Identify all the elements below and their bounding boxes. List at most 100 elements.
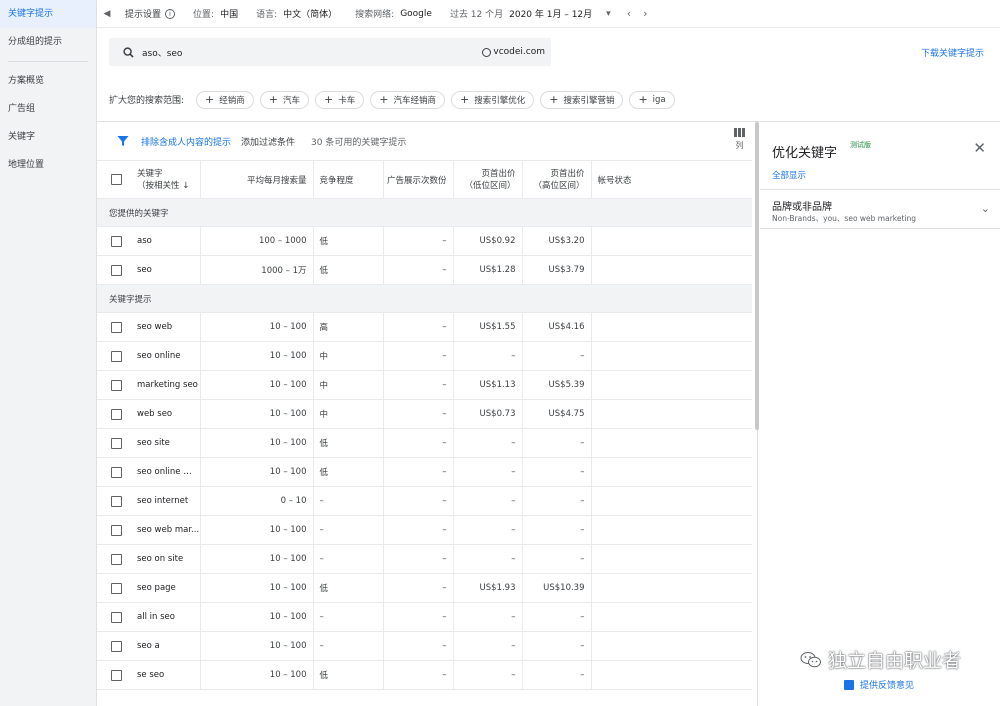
website-text: vcodei.com — [493, 47, 545, 57]
table-row[interactable]: marketing seo 10 – 100 中 – US$1.13 US$5.39 — [97, 370, 752, 400]
plus-icon: + — [324, 93, 334, 106]
row-checkbox[interactable] — [111, 264, 122, 276]
search-keywords[interactable]: aso、seo — [142, 46, 482, 59]
header-bid-low[interactable]: 页首出价 （低位区间） — [453, 160, 523, 199]
row-checkbox[interactable] — [111, 553, 122, 565]
competition-cell: 低 — [313, 573, 384, 603]
divider — [760, 228, 1000, 229]
exclude-adult-filter[interactable]: 排除含成人内容的提示 — [141, 135, 231, 148]
table-row[interactable]: seo site 10 – 100 低 – – – — [97, 428, 752, 458]
scrollbar[interactable] — [755, 122, 759, 430]
show-all-link[interactable]: 全部显示 — [772, 169, 806, 181]
brand-filter-subtitle: Non-Brands、you、seo web marketing — [772, 214, 917, 223]
feedback-link[interactable]: 提供反馈意见 — [844, 678, 914, 691]
table-row[interactable]: seo web mar... 10 – 100– – – – — [97, 515, 752, 545]
row-checkbox[interactable] — [111, 235, 122, 247]
sidebar-item-grouped-ideas[interactable]: 分成组的提示 — [0, 28, 96, 56]
sidebar-item-keywords[interactable]: 关键字 — [0, 123, 96, 151]
row-checkbox[interactable] — [111, 321, 122, 333]
close-icon[interactable]: ✕ — [973, 139, 986, 157]
row-checkbox[interactable] — [111, 350, 122, 362]
table-row[interactable]: seo web 10 – 100 高 – US$1.55 US$4.16 — [97, 312, 752, 342]
settings-title[interactable]: 提示设置 — [125, 7, 161, 20]
chip-iga[interactable]: + iga — [629, 90, 675, 109]
chip-seo[interactable]: + 搜索引擎优化 — [450, 90, 535, 109]
keyword-cell: seo on site — [137, 544, 201, 574]
keyword-search-input[interactable]: aso、seo vcodei.com — [109, 38, 551, 66]
period-label[interactable]: 过去 12 个月 — [450, 7, 503, 20]
chevron-down-icon[interactable]: ⌄ — [981, 202, 990, 215]
network-value[interactable]: Google — [400, 9, 432, 19]
sidebar-item-keyword-ideas[interactable]: 关键字提示 — [0, 0, 96, 28]
row-checkbox[interactable] — [111, 466, 122, 478]
period-value[interactable]: 2020 年 1月 – 12月 — [509, 7, 592, 20]
volume-cell: 100 – 1000 — [200, 226, 314, 256]
download-keyword-ideas-link[interactable]: 下载关键字提示 — [921, 46, 984, 59]
row-checkbox[interactable] — [111, 408, 122, 420]
info-icon[interactable]: i — [165, 8, 176, 19]
sidebar-item-plan-overview[interactable]: 方案概览 — [0, 67, 96, 95]
impression-share-cell: – — [383, 515, 454, 545]
chip-car-dealer[interactable]: + 汽车经销商 — [370, 90, 445, 109]
row-checkbox[interactable] — [111, 640, 122, 652]
header-account-status[interactable]: 帐号状态 — [591, 160, 752, 199]
dropdown-caret-icon[interactable]: ▾ — [606, 9, 611, 19]
impression-share-cell: – — [383, 660, 454, 690]
watermark: 独立自由职业者 — [800, 646, 961, 673]
table-row[interactable]: seo online 10 – 100 中 – – – — [97, 341, 752, 371]
chip-truck[interactable]: + 卡车 — [315, 90, 365, 109]
row-checkbox[interactable] — [111, 379, 122, 391]
broaden-search-bar: 扩大您的搜索范围: + 经销商 + 汽车 + 卡车 + 汽车经销商 + 搜索引擎优化 + 搜… — [97, 78, 1000, 122]
table-row[interactable]: seo online m... 10 – 100 低 – – – — [97, 457, 752, 487]
columns-button[interactable]: 列 — [734, 128, 745, 151]
row-checkbox[interactable] — [111, 437, 122, 449]
header-competition[interactable]: 竞争程度 — [313, 160, 384, 199]
chip-sem[interactable]: + 搜索引擎营销 — [540, 90, 624, 109]
keyword-cell: seo online — [137, 341, 201, 371]
sidebar-item-locations[interactable]: 地理位置 — [0, 151, 96, 179]
header-keyword[interactable]: 关键字 （按相关性 ↓ — [137, 160, 201, 199]
brand-filter-title[interactable]: 品牌或非品牌 — [772, 198, 832, 213]
table-row[interactable]: seo 1000 – 1万低 – US$1.28 US$3.79 — [97, 255, 752, 285]
row-checkbox-cell — [97, 255, 137, 285]
row-checkbox[interactable] — [111, 495, 122, 507]
language-value[interactable]: 中文（简体） — [283, 7, 337, 20]
row-checkbox[interactable] — [111, 669, 122, 681]
bid-high-cell: US$3.79 — [522, 255, 592, 285]
table-row[interactable]: all in seo 10 – 100– – – – — [97, 602, 752, 632]
sidebar-divider — [8, 61, 88, 62]
sort-arrow-icon: ↓ — [182, 180, 190, 191]
volume-cell: 1000 – 1万 — [200, 255, 314, 285]
chip-label: 经销商 — [219, 95, 245, 106]
filter-icon[interactable] — [117, 135, 129, 147]
table-row[interactable]: seo internet 0 – 10– – – – — [97, 486, 752, 516]
account-status-cell — [591, 226, 752, 256]
sidebar-item-ad-groups[interactable]: 广告组 — [0, 95, 96, 123]
chevron-right-icon[interactable]: › — [643, 7, 647, 20]
volume-cell: 10 – 100 — [200, 457, 314, 487]
header-volume[interactable]: 平均每月搜索量 — [200, 160, 314, 199]
select-all-checkbox[interactable] — [111, 174, 122, 185]
chip-dealer[interactable]: + 经销商 — [196, 90, 254, 109]
row-checkbox[interactable] — [111, 611, 122, 623]
header-impression-share[interactable]: 广告展示次数份 — [383, 160, 454, 199]
table-row[interactable]: web seo 10 – 100 中 – US$0.73 US$4.75 — [97, 399, 752, 429]
add-filter-button[interactable]: 添加过滤条件 — [241, 135, 295, 148]
location-value[interactable]: 中国 — [220, 7, 238, 20]
table-row[interactable]: seo page 10 – 100 低 – US$1.93 US$10.39 — [97, 573, 752, 603]
collapse-sidebar-icon[interactable]: ◀ — [97, 9, 117, 19]
competition-cell: 高 — [313, 312, 384, 342]
row-checkbox-cell — [97, 370, 137, 400]
table-row[interactable]: seo a 10 – 100– – – – — [97, 631, 752, 661]
row-checkbox[interactable] — [111, 582, 122, 594]
header-bid-high[interactable]: 页首出价 （高位区间） — [522, 160, 592, 199]
section-label: 您提供的关键字 — [97, 198, 752, 227]
website-value[interactable]: vcodei.com — [482, 47, 545, 57]
chip-car[interactable]: + 汽车 — [259, 90, 310, 109]
table-row[interactable]: seo on site 10 – 100– – – – — [97, 544, 752, 574]
table-row[interactable]: se seo 10 – 100 低 – – – — [97, 660, 752, 690]
section-row-ideas: 关键字提示 — [97, 284, 752, 313]
chevron-left-icon[interactable]: ‹ — [627, 7, 631, 20]
table-row[interactable]: aso 100 – 1000 低 – US$0.92 US$3.20 — [97, 226, 752, 256]
row-checkbox[interactable] — [111, 524, 122, 536]
